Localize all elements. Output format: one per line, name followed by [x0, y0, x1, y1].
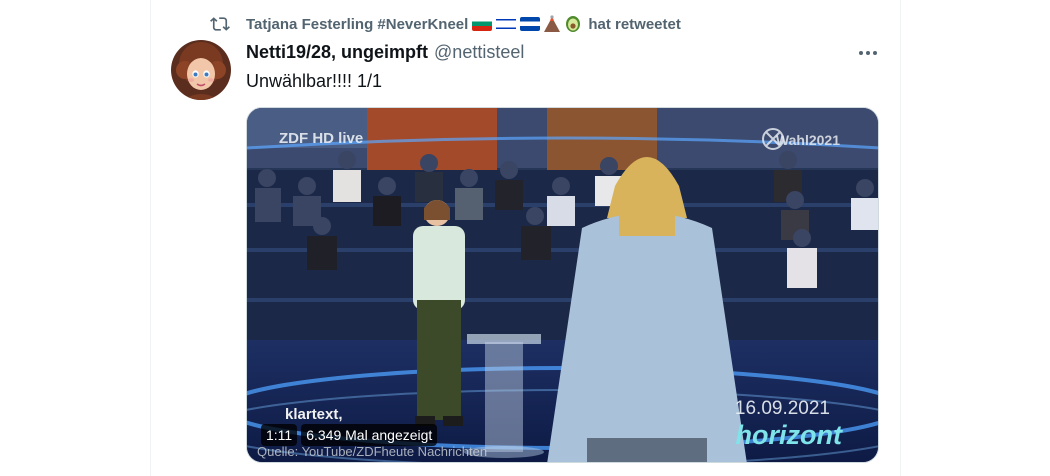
- brand-watermark: horizont: [735, 420, 842, 450]
- source-caption: Quelle: YouTube/ZDFheute Nachrichten: [257, 444, 488, 459]
- video-duration-badge: 1:11: [261, 424, 298, 446]
- volcano-icon: [543, 15, 561, 33]
- flag-israel-icon: [496, 17, 517, 31]
- flag-el-salvador-icon: [520, 17, 541, 31]
- broadcast-date: 16.09.2021: [734, 398, 830, 419]
- more-options-button[interactable]: [852, 40, 884, 66]
- avocado-icon: [564, 15, 582, 33]
- retweeter-name[interactable]: Tatjana Festerling #NeverKneel: [246, 16, 468, 33]
- retweet-icon: [210, 14, 230, 34]
- author-handle[interactable]: @nettisteel: [434, 42, 524, 63]
- more-dots-icon: [859, 51, 877, 55]
- video-player[interactable]: ZDF HD live Wahl2021 16.09.2021 horizont…: [246, 107, 879, 463]
- tweet-header: Netti19/28, ungeimpft @nettisteel: [246, 42, 524, 63]
- tweet-text: Unwählbar!!!! 1/1: [246, 71, 383, 91]
- author-name[interactable]: Netti19/28, ungeimpft: [246, 42, 428, 63]
- retweet-context[interactable]: Tatjana Festerling #NeverKneel hat retwe…: [210, 14, 681, 34]
- avatar[interactable]: [171, 40, 231, 100]
- flag-bulgaria-icon: [472, 17, 493, 31]
- show-tag: Wahl2021: [775, 132, 840, 148]
- channel-logo: ZDF HD live: [279, 130, 364, 147]
- program-title: klartext,: [285, 406, 343, 423]
- view-count-badge: 6.349 Mal angezeigt: [301, 424, 438, 446]
- retweet-suffix: hat retweetet: [588, 15, 681, 33]
